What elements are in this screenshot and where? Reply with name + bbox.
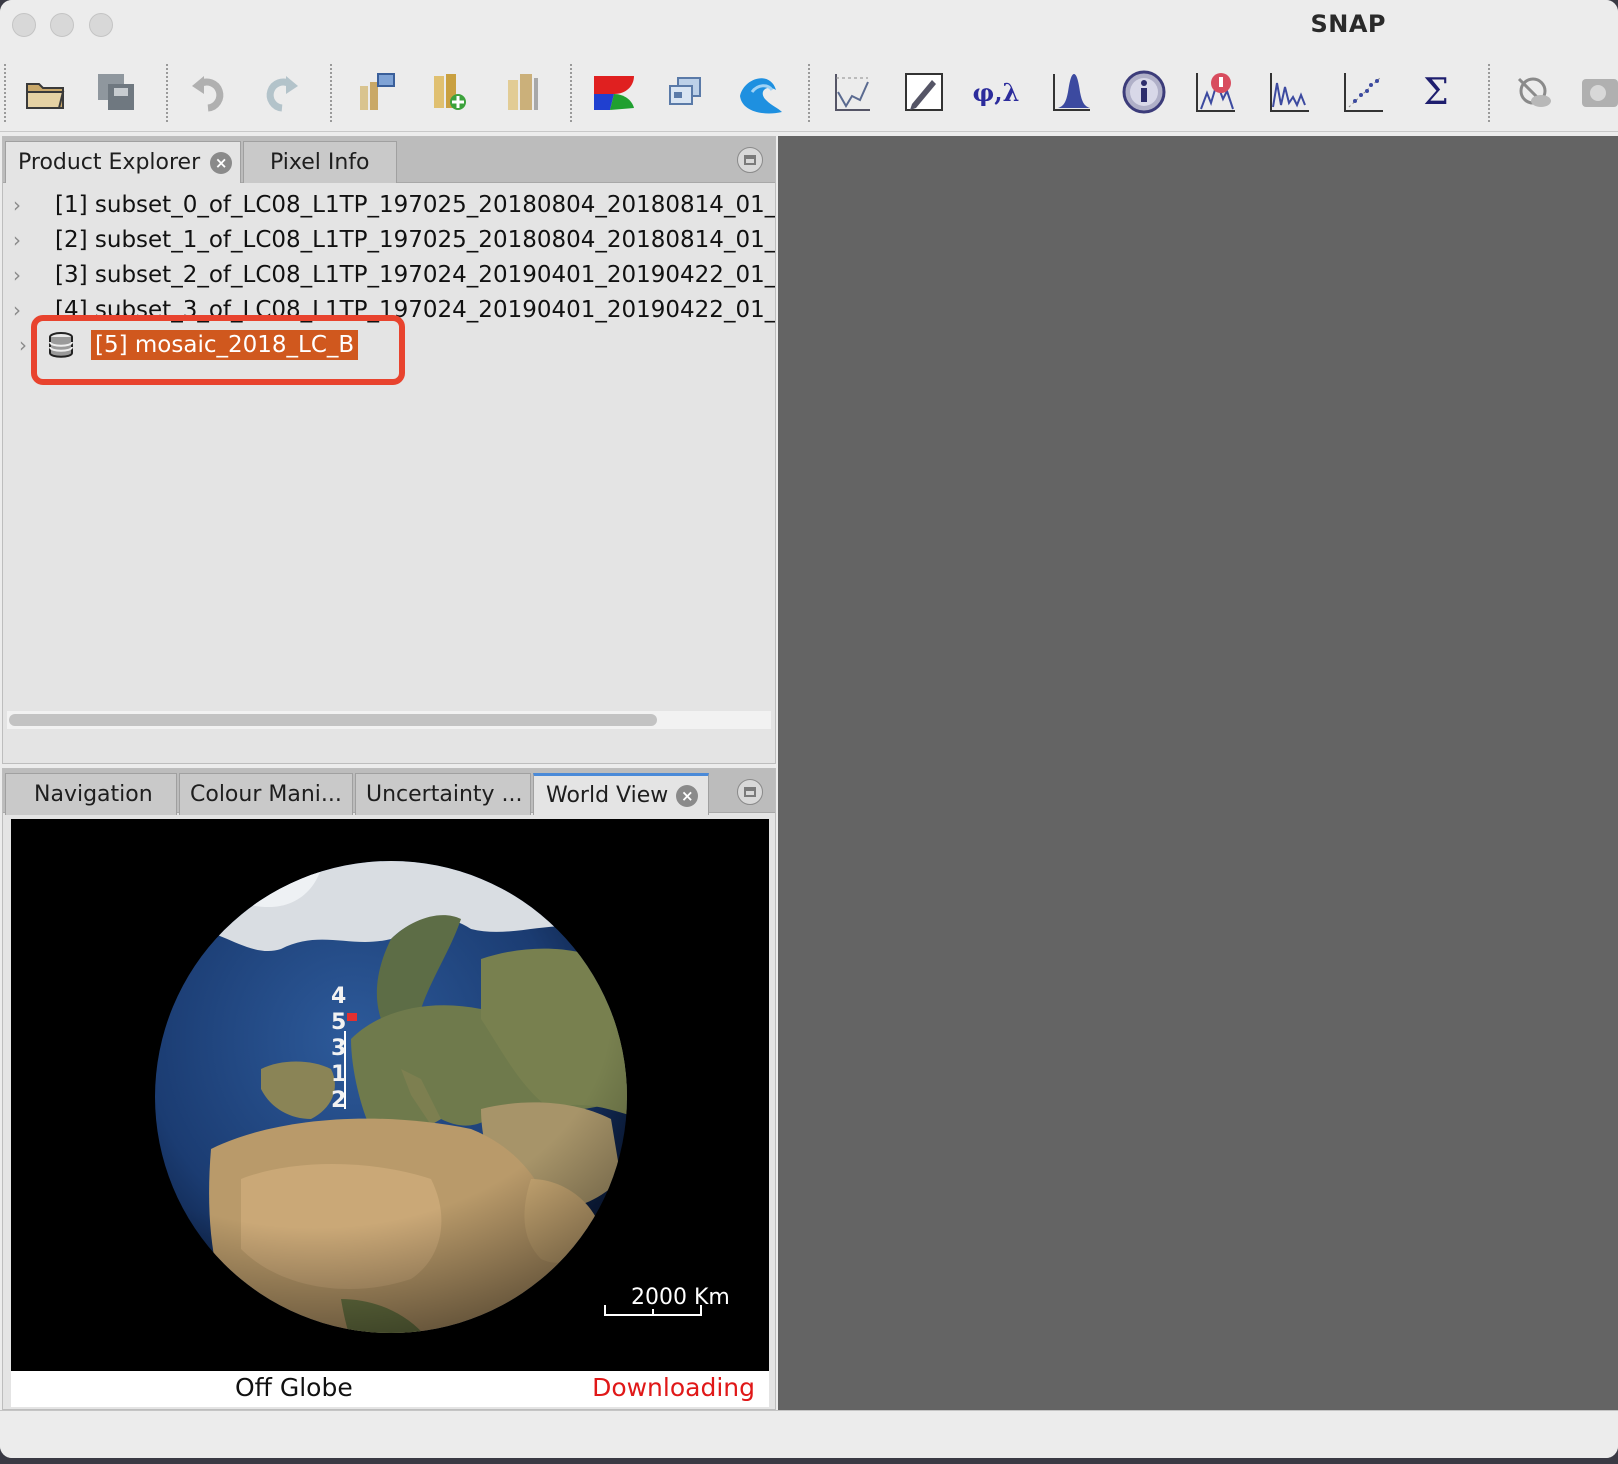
app-status-bar	[0, 1410, 1618, 1458]
information-icon[interactable]	[1118, 66, 1170, 118]
sum-label: Σ	[1423, 71, 1449, 113]
footprint-marker: 5	[331, 1010, 346, 1035]
pin-manager-icon[interactable]	[826, 66, 878, 118]
zoom-window-button[interactable]	[89, 13, 113, 37]
tab-world-view[interactable]: World View ×	[533, 773, 709, 815]
tab-uncertainty[interactable]: Uncertainty ...	[355, 773, 531, 815]
scale-bar: 2000 Km	[604, 1285, 730, 1316]
tab-label: Colour Mani...	[190, 782, 342, 807]
world-view-status-bar: Off Globe Downloading	[11, 1371, 769, 1407]
selection-highlight-box	[31, 315, 405, 385]
histogram-icon[interactable]	[1046, 66, 1098, 118]
tree-item-product-2[interactable]: › [2] subset_1_of_LC08_L1TP_197025_20180…	[3, 222, 775, 258]
tab-product-explorer[interactable]: Product Explorer ×	[5, 141, 241, 183]
draw-line-icon[interactable]	[898, 66, 950, 118]
toolbar-separator	[1488, 64, 1490, 122]
toolbar-separator	[570, 64, 572, 122]
footprint-marker: 1	[331, 1062, 346, 1087]
minimize-window-button[interactable]	[50, 13, 74, 37]
bottom-tab-strip: Navigation Colour Mani... Uncertainty ..…	[3, 769, 775, 815]
tab-navigation[interactable]: Navigation	[5, 773, 177, 815]
import-raster-icon[interactable]	[422, 66, 474, 118]
toolbar-separator	[166, 64, 168, 122]
tab-colour-manipulation[interactable]: Colour Mani...	[179, 773, 353, 815]
tab-pixel-info[interactable]: Pixel Info	[243, 141, 397, 183]
geo-coding-label: φ,λ	[972, 77, 1020, 107]
tab-label: Product Explorer	[18, 150, 201, 175]
tab-label: Pixel Info	[270, 150, 370, 175]
editor-area	[778, 136, 1618, 1410]
product-label: [2] subset_1_of_LC08_L1TP_197025_2018080…	[55, 227, 775, 253]
main-toolbar: φ,λ Σ	[0, 52, 1618, 132]
more-icon[interactable]	[1578, 66, 1618, 118]
tree-item-product-1[interactable]: › [1] subset_0_of_LC08_L1TP_197025_20180…	[3, 187, 775, 223]
top-tab-strip: Product Explorer × Pixel Info	[3, 137, 775, 183]
world-view-canvas[interactable]: 4 5 3 1 2 2000 Km	[11, 819, 769, 1371]
wave-icon[interactable]	[734, 66, 786, 118]
sync-views-icon[interactable]	[1508, 66, 1560, 118]
expand-arrow-icon[interactable]: ›	[13, 193, 21, 217]
product-tree: › [1] subset_0_of_LC08_L1TP_197025_20180…	[3, 183, 775, 719]
minimize-panel-icon[interactable]	[737, 147, 763, 173]
expand-arrow-icon[interactable]: ›	[13, 228, 21, 252]
rgb-image-icon[interactable]	[588, 66, 640, 118]
close-window-button[interactable]	[12, 13, 36, 37]
scrollbar-thumb[interactable]	[9, 714, 657, 726]
save-product-icon[interactable]	[90, 66, 142, 118]
horizontal-scrollbar[interactable]	[7, 711, 771, 729]
scale-label: 2000 Km	[631, 1285, 730, 1310]
toolbar-separator	[808, 64, 810, 122]
download-status: Downloading	[592, 1373, 755, 1402]
minimize-panel-icon[interactable]	[737, 779, 763, 805]
export-raster-icon[interactable]	[496, 66, 548, 118]
tab-label: World View	[546, 783, 669, 808]
globe-image[interactable]: 4 5 3 1 2 2000 Km	[11, 819, 769, 1371]
title-bar: SNAP	[0, 0, 1618, 50]
tab-label: Navigation	[34, 782, 153, 807]
product-library-icon[interactable]	[350, 66, 402, 118]
expand-arrow-icon[interactable]: ›	[13, 298, 21, 322]
tab-label: Uncertainty ...	[366, 782, 523, 807]
tree-item-product-3[interactable]: › [3] subset_2_of_LC08_L1TP_197024_20190…	[3, 257, 775, 293]
statistics-icon[interactable]	[1190, 66, 1242, 118]
redo-icon[interactable]	[254, 66, 306, 118]
footprint-marker: 4	[331, 984, 346, 1009]
product-label: [3] subset_2_of_LC08_L1TP_197024_2019040…	[55, 262, 775, 288]
toolbar-separator	[330, 64, 332, 122]
close-tab-icon[interactable]: ×	[676, 784, 699, 807]
snap-window: SNAP φ,λ Σ Product Explorer × Pixel Info…	[0, 0, 1618, 1458]
geo-coding-icon[interactable]: φ,λ	[970, 66, 1022, 118]
footprint-marker: 2	[331, 1088, 346, 1113]
undo-icon[interactable]	[184, 66, 236, 118]
product-explorer-panel: Product Explorer × Pixel Info › [1] subs…	[2, 136, 776, 764]
sum-icon[interactable]: Σ	[1410, 66, 1462, 118]
spectrum-icon[interactable]	[1264, 66, 1316, 118]
cursor-position-status: Off Globe	[235, 1373, 353, 1402]
scatter-plot-icon[interactable]	[1338, 66, 1390, 118]
footprint-marker: 3	[331, 1036, 346, 1061]
app-title: SNAP	[1310, 10, 1386, 38]
close-tab-icon[interactable]: ×	[210, 151, 233, 174]
toolbar-grip[interactable]	[4, 64, 6, 122]
expand-arrow-icon[interactable]: ›	[13, 263, 21, 287]
world-view-panel: Navigation Colour Mani... Uncertainty ..…	[2, 768, 776, 1410]
expand-arrow-icon[interactable]: ›	[13, 333, 33, 357]
open-product-icon[interactable]	[20, 66, 72, 118]
product-label: [1] subset_0_of_LC08_L1TP_197025_2018080…	[55, 192, 775, 218]
band-maths-window-icon[interactable]	[660, 66, 712, 118]
